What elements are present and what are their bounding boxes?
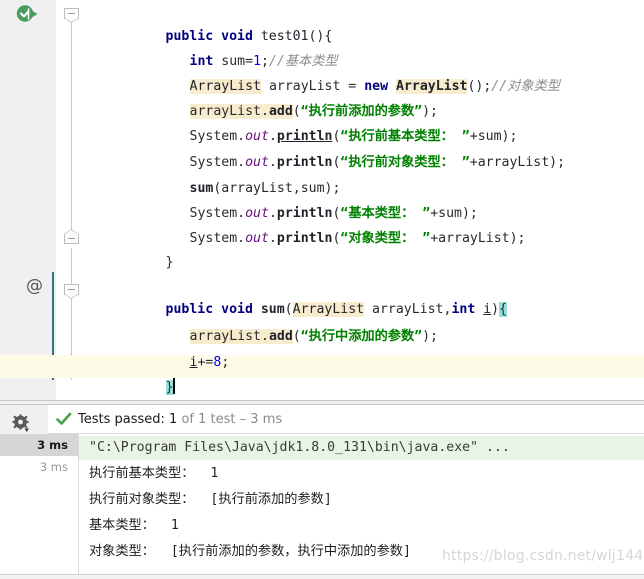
code-line-2: int sum=1;//基本类型 [189,54,338,69]
code-line-7: sum(arrayList,sum); [189,181,341,196]
fold-marker-method-1-end[interactable] [64,229,79,248]
code-line-13: i+=8; [189,355,230,370]
console-line-2: 执行前对象类型： [执行前添加的参数] [89,492,332,507]
test-tree[interactable]: 3 ms 3 ms [0,434,78,579]
test-status-text: Tests passed: 1 of 1 test – 3 ms [78,410,282,430]
text-caret [173,378,176,394]
code-editor[interactable]: @ public void test01(){ int sum=1;//基本类型… [0,0,644,400]
code-line-5: System.out.println(“执行前基本类型： ”+sum); [189,129,518,144]
code-line-11: public void sum(ArrayList arrayList,int … [165,302,508,317]
test-tree-row-1[interactable]: 3 ms [0,456,78,478]
code-line-12: arrayList.add(“执行中添加的参数”); [189,329,438,344]
ide-window: @ public void test01(){ int sum=1;//基本类型… [0,0,644,579]
test-status-bar: Tests passed: 1 of 1 test – 3 ms [48,405,644,434]
code-line-9: System.out.println(“对象类型： ”+arrayList); [189,231,526,246]
console-line-1: 执行前基本类型： 1 [89,466,219,481]
watermark: https://blog.csdn.net/wlj1442 [442,548,644,564]
settings-gear-icon[interactable] [12,414,32,434]
code-line-1: public void test01(){ [165,29,333,44]
run-test-icon[interactable] [16,4,42,24]
code-line-4: arrayList.add(“执行前添加的参数”); [189,104,438,119]
gutter-strip [56,0,64,400]
fold-marker-method-1[interactable] [64,8,79,23]
code-content[interactable]: public void test01(){ int sum=1;//基本类型 A… [80,0,644,400]
fold-rail [64,0,80,400]
code-line-6: System.out.println(“执行前对象类型： ”+arrayList… [189,155,566,170]
editor-gutter[interactable] [0,0,56,400]
status-prefix: Tests passed: [78,412,170,427]
bottom-edge [0,574,644,579]
code-line-8: System.out.println(“基本类型： ”+sum); [189,206,478,221]
status-suffix: of 1 test – 3 ms [177,412,283,427]
fold-guide-line [71,14,72,380]
console-line-0: "C:\Program Files\Java\jdk1.8.0_131\bin\… [79,436,644,460]
code-line-14: } [165,378,176,395]
test-tree-row-0[interactable]: 3 ms [0,434,78,456]
code-line-3: ArrayList arrayList = new ArrayList();//… [189,79,560,94]
green-check-icon [56,412,72,427]
console-line-4: 对象类型： [执行前添加的参数，执行中添加的参数] [89,544,411,559]
code-line-10: } [165,255,174,270]
annotation-marker-icon[interactable]: @ [26,278,43,295]
console-line-3: 基本类型： 1 [89,518,179,533]
fold-marker-method-2[interactable] [64,284,79,299]
